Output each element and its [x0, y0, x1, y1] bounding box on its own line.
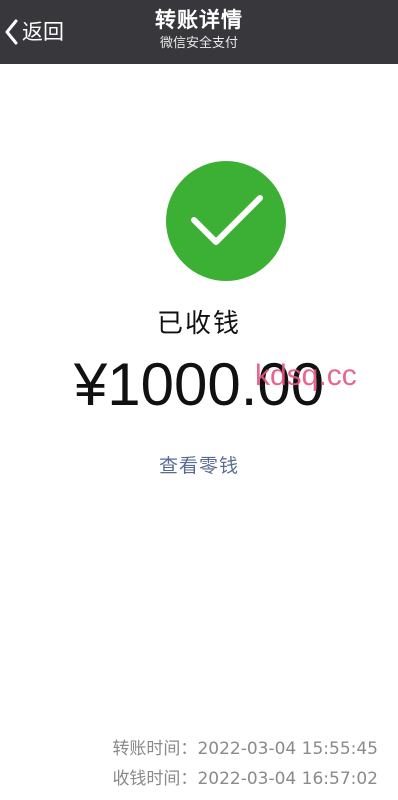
back-button[interactable]: 返回	[0, 0, 90, 64]
receive-time-row: 收钱时间：2022-03-04 16:57:02	[112, 764, 378, 794]
transfer-time-value: 2022-03-04 15:55:45	[197, 739, 378, 759]
chevron-left-icon	[4, 19, 18, 45]
nav-title-group: 转账详情 微信安全支付	[100, 6, 298, 54]
view-change-link[interactable]: 查看零钱	[0, 452, 398, 480]
status-text: 已收钱	[156, 309, 241, 339]
page-title: 转账详情	[155, 8, 243, 32]
transfer-info: 转账时间：2022-03-04 15:55:45 收钱时间：2022-03-04…	[112, 734, 378, 794]
transfer-time-row: 转账时间：2022-03-04 15:55:45	[112, 734, 378, 764]
check-circle-icon	[165, 160, 287, 282]
transfer-time-label: 转账时间：	[112, 739, 198, 759]
receive-time-label: 收钱时间：	[112, 769, 198, 789]
page-subtitle: 微信安全支付	[159, 36, 238, 51]
navigation-bar: 返回 转账详情 微信安全支付	[0, 0, 398, 64]
back-label: 返回	[22, 19, 64, 44]
watermark-text: kdsq.cc	[255, 359, 357, 392]
receive-time-value: 2022-03-04 16:57:02	[197, 769, 378, 789]
transfer-details-page: 返回 转账详情 微信安全支付 已收钱 ¥1000.00 kdsq.cc 查看零钱…	[0, 0, 398, 800]
